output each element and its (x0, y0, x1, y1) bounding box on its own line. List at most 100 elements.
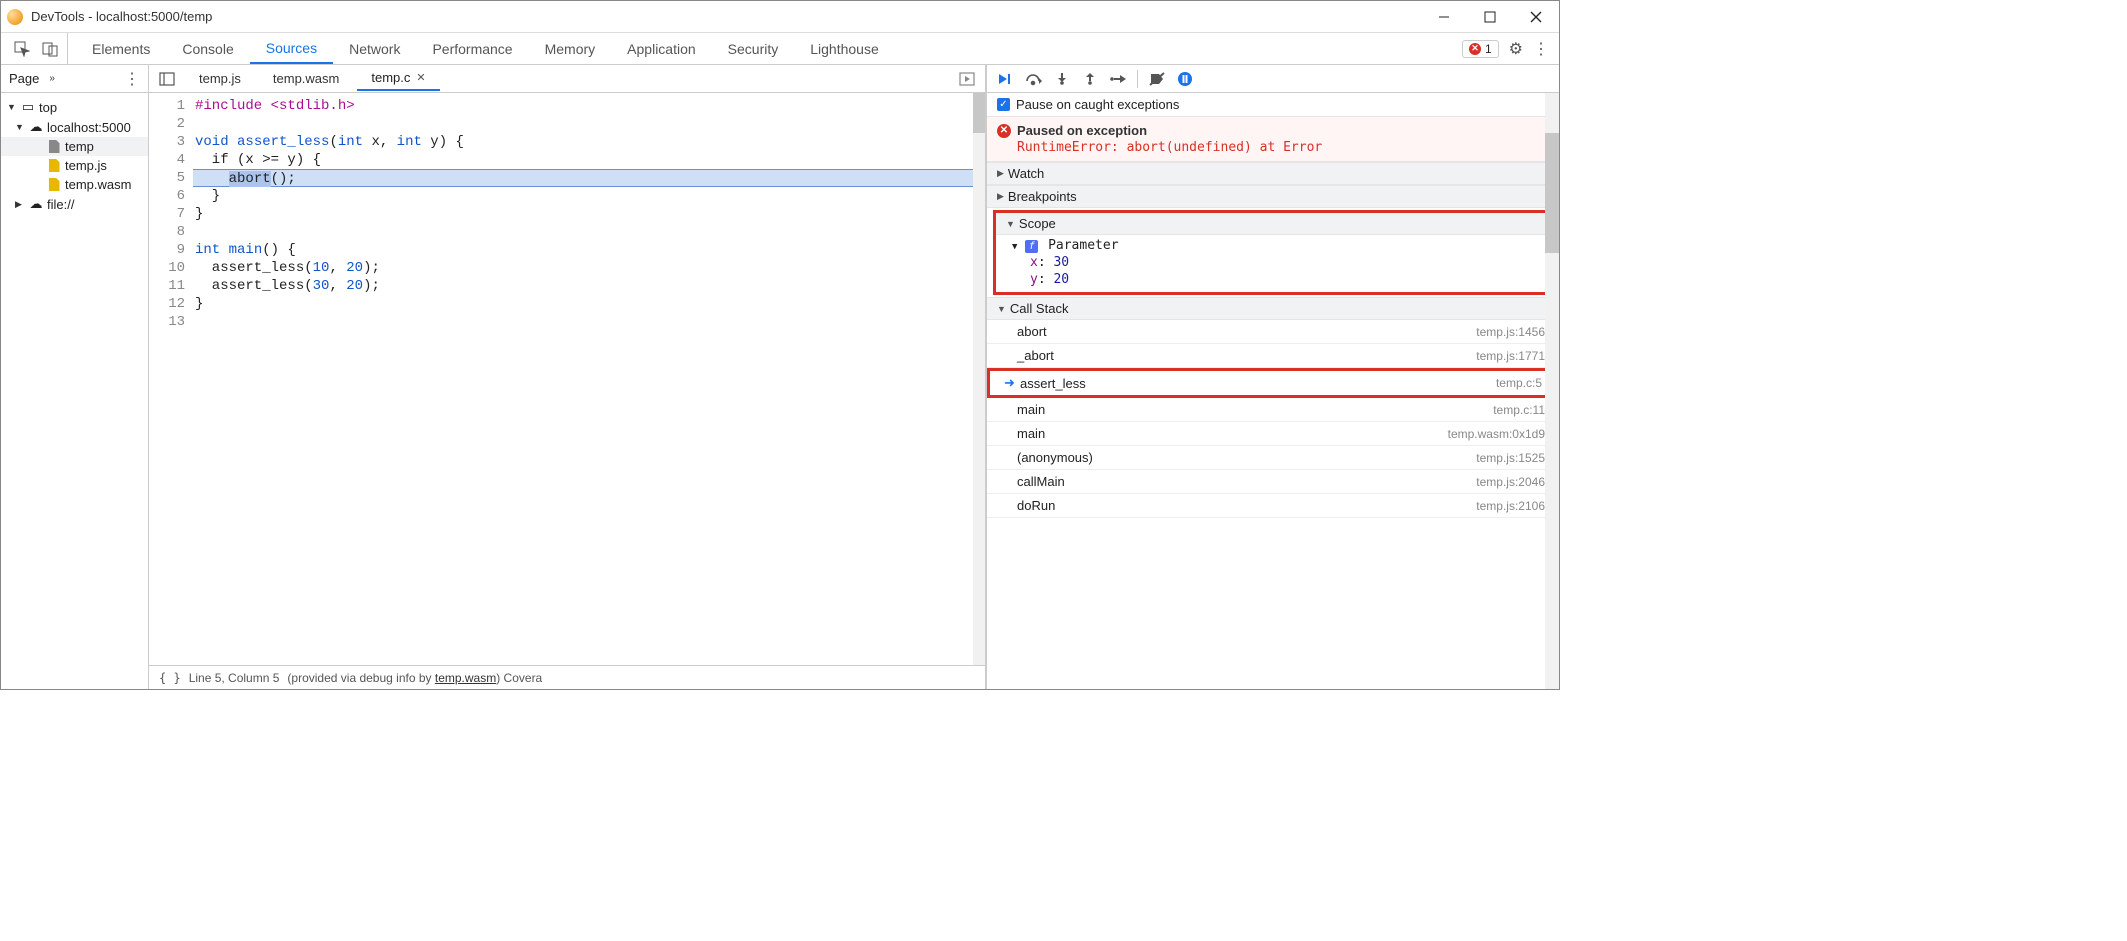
function-badge-icon: f (1025, 240, 1038, 253)
file-icon (47, 159, 61, 172)
file-tree: ▼ ▭ top ▼ ☁ localhost:5000 temp temp.js (1, 93, 148, 218)
tree-file-temp-js[interactable]: temp.js (1, 156, 148, 175)
device-toolbar-icon[interactable] (41, 40, 59, 58)
editor-tab-temp-c[interactable]: temp.c✕ (357, 66, 439, 91)
expand-icon[interactable]: ▼ (7, 102, 17, 112)
tree-top[interactable]: ▼ ▭ top (1, 97, 148, 117)
stack-frame[interactable]: maintemp.wasm:0x1d9 (987, 422, 1559, 446)
scope-group[interactable]: ▼ f Parameter (1002, 237, 1544, 254)
toggle-navigator-icon[interactable] (153, 72, 181, 86)
error-count: 1 (1485, 42, 1492, 56)
file-icon (47, 178, 61, 191)
code-editor[interactable]: 12345678910111213 #include <stdlib.h> vo… (149, 93, 985, 665)
exception-message: RuntimeError: abort(undefined) at Error (997, 140, 1549, 155)
editor-status-bar: { } Line 5, Column 5 (provided via debug… (149, 665, 985, 689)
scope-var-x[interactable]: x: 30 (1002, 254, 1544, 271)
sources-main: Page » ⋮ ▼ ▭ top ▼ ☁ localhost:5000 temp (1, 65, 1559, 689)
expand-icon[interactable]: ▶ (15, 199, 25, 210)
step-into-button[interactable] (1053, 70, 1071, 88)
tab-console[interactable]: Console (166, 35, 249, 63)
section-label: Breakpoints (1008, 189, 1077, 204)
cursor-position: Line 5, Column 5 (189, 671, 280, 685)
inspect-element-icon[interactable] (13, 40, 31, 58)
tree-host[interactable]: ▼ ☁ localhost:5000 (1, 117, 148, 137)
stack-frame[interactable]: doRuntemp.js:2106 (987, 494, 1559, 518)
current-frame-icon: ➜ (1004, 375, 1018, 391)
editor-scrollbar[interactable] (973, 93, 985, 665)
status-detail: (provided via debug info by temp.wasm) C… (287, 671, 542, 685)
section-label: Call Stack (1010, 301, 1069, 316)
pause-on-caught-row[interactable]: ✓ Pause on caught exceptions (987, 93, 1559, 117)
call-stack: aborttemp.js:1456 _aborttemp.js:1771 ➜as… (987, 320, 1559, 518)
editor-tab-temp-js[interactable]: temp.js (185, 67, 255, 90)
section-watch[interactable]: ▶Watch (987, 162, 1559, 185)
checkbox-checked-icon[interactable]: ✓ (997, 98, 1010, 111)
error-icon: ✕ (1469, 43, 1481, 55)
pretty-print-icon[interactable]: { } (159, 671, 181, 685)
tab-memory[interactable]: Memory (529, 35, 612, 63)
section-scope[interactable]: ▼Scope (996, 213, 1550, 235)
stack-frame[interactable]: callMaintemp.js:2046 (987, 470, 1559, 494)
more-menu-icon[interactable]: ⋮ (1533, 39, 1549, 59)
section-label: Watch (1008, 166, 1044, 181)
navigator-menu-icon[interactable]: ⋮ (124, 69, 140, 89)
debugger-body: ✓ Pause on caught exceptions ✕ Paused on… (987, 93, 1559, 689)
stack-frame[interactable]: _aborttemp.js:1771 (987, 344, 1559, 368)
debugger-toolbar (987, 65, 1559, 93)
navigator-tab-page[interactable]: Page (9, 71, 39, 86)
tab-lighthouse[interactable]: Lighthouse (794, 35, 895, 63)
tree-file-temp[interactable]: temp (1, 137, 148, 156)
tree-file-proto[interactable]: ▶ ☁ file:// (1, 194, 148, 214)
stack-frame[interactable]: aborttemp.js:1456 (987, 320, 1559, 344)
tab-elements[interactable]: Elements (76, 35, 166, 63)
editor-tab-label: temp.js (199, 71, 241, 86)
error-badge[interactable]: ✕ 1 (1462, 40, 1499, 58)
navigator-more-tabs-icon[interactable]: » (49, 73, 55, 84)
tree-host-label: localhost:5000 (47, 120, 131, 135)
pause-caught-label: Pause on caught exceptions (1016, 97, 1179, 112)
stack-frame-current[interactable]: ➜assert_lesstemp.c:5 (987, 368, 1559, 398)
scope-highlight-box: ▼Scope ▼ f Parameter x: 30 y: 20 (993, 210, 1553, 295)
scope-var-y[interactable]: y: 20 (1002, 271, 1544, 288)
editor-tabs: temp.js temp.wasm temp.c✕ (149, 65, 985, 93)
editor-pane: temp.js temp.wasm temp.c✕ 12345678910111… (149, 65, 986, 689)
step-button[interactable] (1109, 70, 1127, 88)
window-title: DevTools - localhost:5000/temp (31, 9, 212, 24)
window-maximize-button[interactable] (1467, 1, 1513, 33)
tree-root-label: top (39, 100, 57, 115)
tab-sources[interactable]: Sources (250, 34, 333, 64)
section-call-stack[interactable]: ▼Call Stack (987, 297, 1559, 320)
tab-application[interactable]: Application (611, 35, 712, 63)
resume-button[interactable] (997, 70, 1015, 88)
tree-file-label: temp.js (65, 158, 107, 173)
window-controls (1421, 1, 1559, 33)
tree-file-label: temp (65, 139, 94, 154)
tree-file-temp-wasm[interactable]: temp.wasm (1, 175, 148, 194)
close-icon[interactable]: ✕ (416, 71, 425, 84)
settings-icon[interactable]: ⚙ (1509, 39, 1523, 59)
debugger-scrollbar[interactable] (1545, 93, 1559, 689)
toggle-debugger-icon[interactable] (959, 72, 981, 86)
tree-proto-label: file:// (47, 197, 74, 212)
source-map-link[interactable]: temp.wasm (435, 671, 496, 685)
stack-frame[interactable]: maintemp.c:11 (987, 398, 1559, 422)
step-over-button[interactable] (1025, 70, 1043, 88)
editor-tab-temp-wasm[interactable]: temp.wasm (259, 67, 353, 90)
top-left-tools (5, 33, 68, 64)
window-minimize-button[interactable] (1421, 1, 1467, 33)
tab-performance[interactable]: Performance (416, 35, 528, 63)
window-close-button[interactable] (1513, 1, 1559, 33)
devtools-top-tabs: Elements Console Sources Network Perform… (1, 33, 1559, 65)
section-breakpoints[interactable]: ▶Breakpoints (987, 185, 1559, 208)
deactivate-breakpoints-button[interactable] (1148, 70, 1166, 88)
pause-exceptions-button[interactable] (1176, 70, 1194, 88)
scope-group-label: Parameter (1048, 238, 1118, 253)
expand-icon[interactable]: ▼ (15, 122, 25, 132)
window-icon: ▭ (21, 99, 35, 115)
tab-security[interactable]: Security (712, 35, 795, 63)
step-out-button[interactable] (1081, 70, 1099, 88)
error-icon: ✕ (997, 124, 1011, 138)
window-title-bar: DevTools - localhost:5000/temp (1, 1, 1559, 33)
stack-frame[interactable]: (anonymous)temp.js:1525 (987, 446, 1559, 470)
tab-network[interactable]: Network (333, 35, 416, 63)
